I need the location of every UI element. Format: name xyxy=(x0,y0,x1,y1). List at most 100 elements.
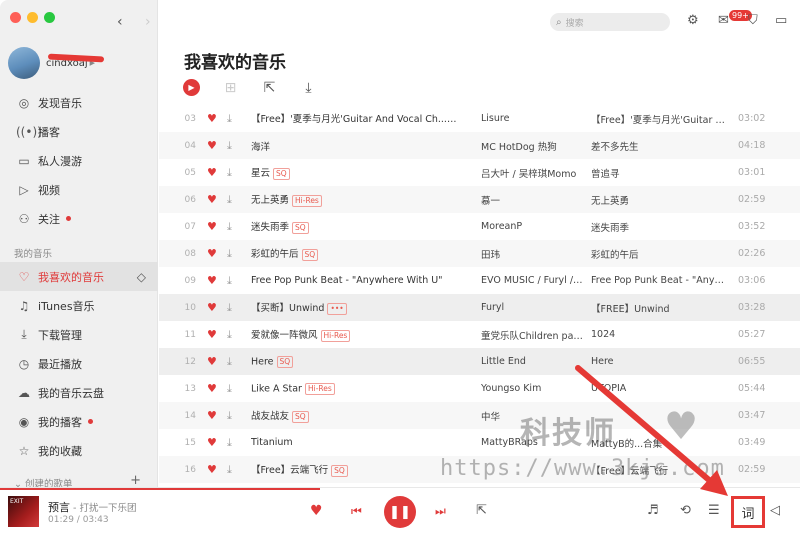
back-arrow-icon[interactable]: ‹ xyxy=(117,14,123,30)
download-icon[interactable]: ⤓ xyxy=(227,436,232,450)
liked-heart-icon[interactable]: ♥ xyxy=(207,247,217,260)
table-row[interactable]: 07 ♥ ⤓ 迷失雨季 SQ MoreanP 迷失雨季 03:52 xyxy=(159,213,800,240)
song-album[interactable]: Free Pop Punk Beat - "Anywh... xyxy=(591,275,729,286)
nav-downloads[interactable]: ⤓ 下载管理 xyxy=(0,320,158,349)
download-icon[interactable]: ⤓ xyxy=(227,139,232,153)
song-artist[interactable]: EVO MUSIC / Furyl / j... xyxy=(481,275,585,286)
song-title[interactable]: 迷失雨季 SQ xyxy=(251,219,466,234)
liked-heart-icon[interactable]: ♥ xyxy=(207,328,217,341)
song-album[interactable]: 【FREE】Unwind xyxy=(591,301,729,315)
download-icon[interactable]: ⤓ xyxy=(227,112,232,126)
liked-heart-icon[interactable]: ♥ xyxy=(207,139,217,152)
song-album[interactable]: 无上英勇 xyxy=(591,193,729,207)
song-title[interactable]: 【Free】'夏季与月光'Guitar And Vocal Ch... SQ xyxy=(251,111,466,126)
song-title[interactable]: 彩虹的午后 SQ xyxy=(251,246,466,261)
song-title[interactable]: Here SQ xyxy=(251,355,466,368)
playlist-icon[interactable]: ☰ xyxy=(708,503,720,518)
skin-icon[interactable]: ⛉ xyxy=(748,13,758,28)
download-icon[interactable]: ⤓ xyxy=(227,247,232,261)
forward-arrow-icon[interactable]: › xyxy=(145,14,151,30)
liked-heart-icon[interactable]: ♥ xyxy=(207,274,217,287)
song-artist[interactable]: 慕一 xyxy=(481,193,585,207)
song-artist[interactable]: Little End xyxy=(481,356,585,367)
now-playing[interactable]: 预言 - 打扰一下乐团 xyxy=(48,499,136,515)
nav-video[interactable]: ▷ 视频 xyxy=(0,175,158,204)
album-cover[interactable]: EXIT xyxy=(8,496,39,527)
download-icon[interactable]: ⤓ xyxy=(227,409,232,423)
song-album[interactable]: 1024 xyxy=(591,329,729,340)
add-to-playlist-icon[interactable]: ⊞ xyxy=(222,80,239,96)
add-playlist-icon[interactable]: + xyxy=(130,473,141,488)
liked-heart-icon[interactable]: ♥ xyxy=(207,382,217,395)
nav-podcast[interactable]: ((•)) 播客 xyxy=(0,117,158,146)
table-row[interactable]: 13 ♥ ⤓ Like A Star Hi-Res Youngso Kim UTOPIA 05… xyxy=(159,375,800,402)
table-row[interactable]: 15 ♥ ⤓ Titanium MattyBRaps MattyB的...合集 03:49 xyxy=(159,429,800,456)
download-icon[interactable]: ⤓ xyxy=(227,193,232,207)
song-title[interactable]: 【买断】Unwind ••• xyxy=(251,300,466,315)
pause-button[interactable]: ❚❚ xyxy=(384,496,416,528)
song-artist[interactable]: Furyl xyxy=(481,302,585,313)
table-row[interactable]: 08 ♥ ⤓ 彩虹的午后 SQ 田玮 彩虹的午后 02:26 xyxy=(159,240,800,267)
nav-my-podcast[interactable]: ◉ 我的播客 xyxy=(0,407,158,436)
liked-heart-icon[interactable]: ♥ xyxy=(207,112,217,125)
like-heart-icon[interactable]: ♥ xyxy=(310,503,323,519)
song-album[interactable]: 差不多先生 xyxy=(591,139,729,153)
song-title[interactable]: 爱就像一阵微风 Hi-Res xyxy=(251,327,466,342)
play-all-button[interactable]: ▶ xyxy=(183,79,200,96)
gear-icon[interactable]: ⚙ xyxy=(687,13,699,28)
song-album[interactable]: Here xyxy=(591,356,729,367)
miniplayer-icon[interactable]: ▭ xyxy=(775,13,787,28)
download-icon[interactable]: ⤓ xyxy=(227,328,232,342)
avatar[interactable] xyxy=(8,47,40,79)
song-artist[interactable]: MC HotDog 热狗 xyxy=(481,139,585,153)
song-artist[interactable]: MoreanP xyxy=(481,221,585,232)
table-row[interactable]: 11 ♥ ⤓ 爱就像一阵微风 Hi-Res 童党乐队Children party 1024 0… xyxy=(159,321,800,348)
song-title[interactable]: Free Pop Punk Beat - "Anywhere With U" xyxy=(251,275,466,286)
table-row[interactable]: 14 ♥ ⤓ 战友战友 SQ 中华 03:47 xyxy=(159,402,800,429)
nav-liked-music[interactable]: ♡ 我喜欢的音乐 ◇ xyxy=(0,262,158,291)
liked-heart-icon[interactable]: ♥ xyxy=(207,193,217,206)
liked-heart-icon[interactable]: ♥ xyxy=(207,409,217,422)
minimize-window-button[interactable] xyxy=(27,12,38,23)
search-box[interactable]: ⌕ 搜索 xyxy=(550,13,670,31)
close-window-button[interactable] xyxy=(10,12,21,23)
download-icon[interactable]: ⤓ xyxy=(227,166,232,180)
song-artist[interactable]: Youngso Kim xyxy=(481,383,585,394)
user-profile[interactable]: cindxoaj ▶ xyxy=(8,47,105,79)
song-title[interactable]: 星云 SQ xyxy=(251,165,466,180)
table-row[interactable]: 04 ♥ ⤓ 海洋 MC HotDog 热狗 差不多先生 04:18 xyxy=(159,132,800,159)
download-icon[interactable]: ⤓ xyxy=(227,382,232,396)
song-title[interactable]: Like A Star Hi-Res xyxy=(251,382,466,395)
download-all-icon[interactable]: ⤓ xyxy=(300,80,317,96)
mail-icon[interactable]: ✉ xyxy=(718,13,729,28)
nav-discover-music[interactable]: ◎ 发现音乐 xyxy=(0,88,158,117)
progress-bar[interactable] xyxy=(0,488,320,490)
previous-track-icon[interactable]: ⏮ xyxy=(351,504,362,519)
nav-follow[interactable]: ⚇ 关注 xyxy=(0,204,158,233)
liked-heart-icon[interactable]: ♥ xyxy=(207,301,217,314)
nav-private-roam[interactable]: ▭ 私人漫游 xyxy=(0,146,158,175)
table-row[interactable]: 05 ♥ ⤓ 星云 SQ 吕大叶 / 吴梓琪Momo 曾追寻 03:01 xyxy=(159,159,800,186)
song-artist[interactable]: 吕大叶 / 吴梓琪Momo xyxy=(481,166,585,180)
song-album[interactable]: 彩虹的午后 xyxy=(591,247,729,261)
song-title[interactable]: 海洋 xyxy=(251,139,466,153)
song-title[interactable]: 战友战友 SQ xyxy=(251,408,466,423)
liked-heart-icon[interactable]: ♥ xyxy=(207,166,217,179)
share-icon[interactable]: ⇱ xyxy=(261,80,278,96)
heartbeat-mode-icon[interactable]: ◇ xyxy=(137,270,146,284)
maximize-window-button[interactable] xyxy=(44,12,55,23)
song-album[interactable]: 曾追寻 xyxy=(591,166,729,180)
download-icon[interactable]: ⤓ xyxy=(227,355,232,369)
table-row[interactable]: 09 ♥ ⤓ Free Pop Punk Beat - "Anywhere With … xyxy=(159,267,800,294)
liked-heart-icon[interactable]: ♥ xyxy=(207,436,217,449)
share-icon[interactable]: ⇱ xyxy=(476,503,487,518)
song-artist[interactable]: Lisure xyxy=(481,113,585,124)
table-row[interactable]: 03 ♥ ⤓ 【Free】'夏季与月光'Guitar And Vocal Ch... S… xyxy=(159,105,800,132)
song-album[interactable]: UTOPIA xyxy=(591,383,729,394)
download-icon[interactable]: ⤓ xyxy=(227,274,232,288)
liked-heart-icon[interactable]: ♥ xyxy=(207,220,217,233)
table-row[interactable]: 10 ♥ ⤓ 【买断】Unwind ••• Furyl 【FREE】Unwind 03:28 xyxy=(159,294,800,321)
nav-cloud[interactable]: ☁ 我的音乐云盘 xyxy=(0,378,158,407)
download-icon[interactable]: ⤓ xyxy=(227,301,232,315)
song-title[interactable]: 【Free】云端飞行 SQ xyxy=(251,462,466,477)
